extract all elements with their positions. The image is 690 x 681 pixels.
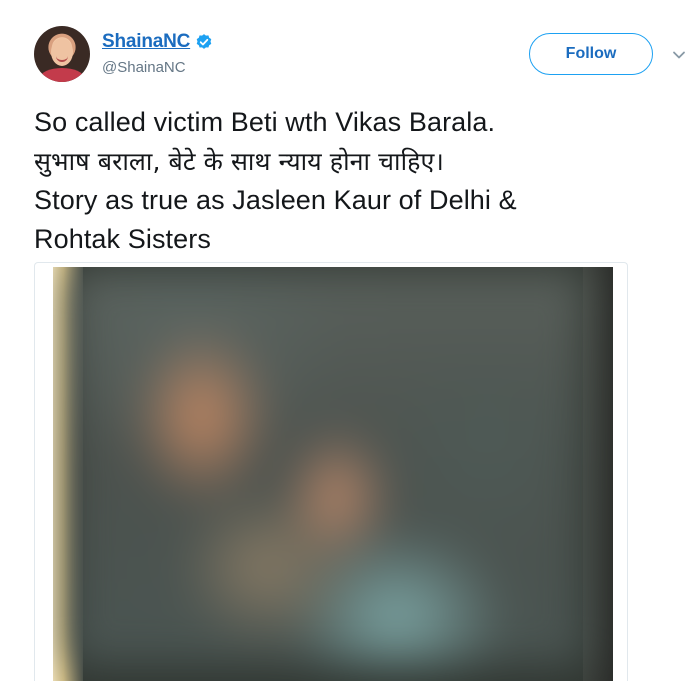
- follow-button[interactable]: Follow: [529, 33, 653, 75]
- tweet-text-line: Rohtak Sisters: [34, 224, 211, 254]
- tweet-text: So called victim Beti wth Vikas Barala. …: [34, 103, 654, 259]
- tweet-media[interactable]: [34, 262, 628, 681]
- avatar[interactable]: [34, 26, 90, 82]
- avatar-shoulders: [40, 68, 84, 82]
- tweet-text-line: Story as true as Jasleen Kaur of Delhi &: [34, 185, 517, 215]
- tweet-card: ShainaNC @ShainaNC Follow So called vict…: [0, 0, 690, 681]
- author-handle[interactable]: @ShainaNC: [102, 59, 186, 76]
- photo-blur-overlay: [67, 267, 587, 667]
- tweet-text-line: So called victim Beti wth Vikas Barala.: [34, 107, 496, 137]
- blurred-photo[interactable]: [53, 267, 613, 681]
- author-display-name[interactable]: ShainaNC: [102, 31, 190, 53]
- photo-right-edge: [583, 267, 613, 681]
- chevron-down-icon[interactable]: [672, 48, 686, 62]
- author-name-row: ShainaNC: [102, 31, 213, 53]
- verified-badge-icon: [196, 34, 212, 49]
- tweet-text-line: सुभाष बराला, बेटे के साथ न्याय होना चाहि…: [34, 147, 444, 176]
